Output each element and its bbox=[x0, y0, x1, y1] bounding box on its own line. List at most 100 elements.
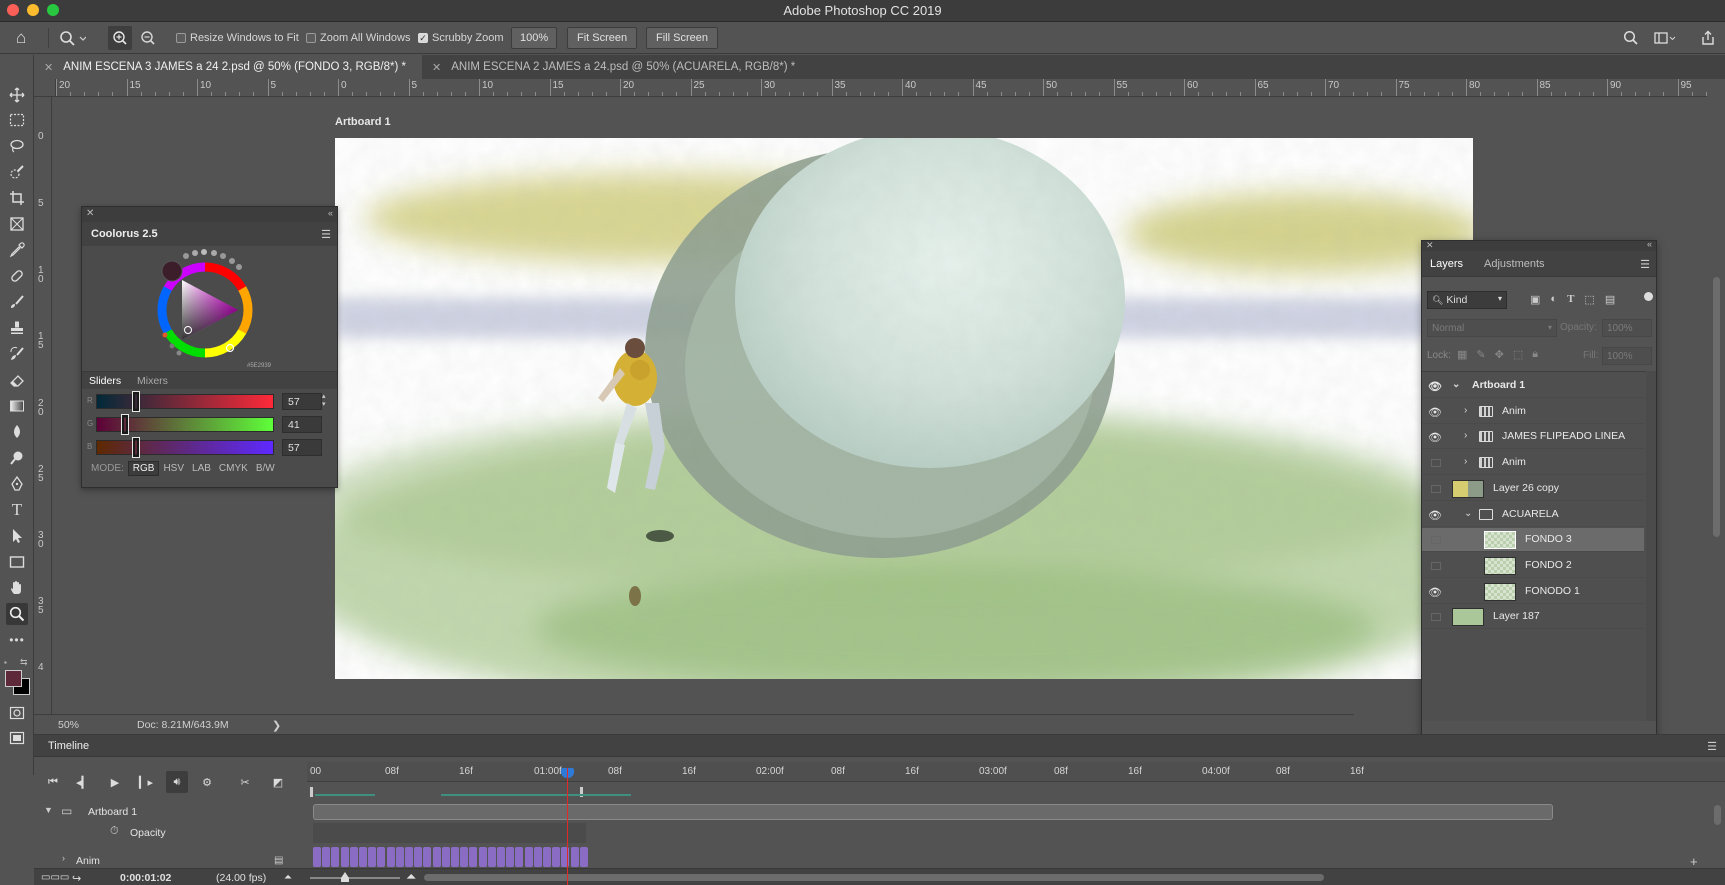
timeline-zoom-slider[interactable] bbox=[310, 877, 400, 879]
anim-frame-clip[interactable] bbox=[533, 847, 542, 867]
vertical-scrollbar[interactable] bbox=[1707, 97, 1725, 717]
g-slider-knob[interactable] bbox=[121, 414, 129, 435]
mode-lab[interactable]: LAB bbox=[188, 462, 215, 475]
history-brush-tool-icon[interactable] bbox=[6, 343, 28, 365]
checkbox-box[interactable] bbox=[306, 33, 316, 43]
panel-menu-icon[interactable]: ☰ bbox=[321, 228, 331, 241]
layer-row[interactable]: Layer 26 copy bbox=[1422, 477, 1644, 501]
blur-tool-icon[interactable] bbox=[6, 421, 28, 443]
tab-adjustments[interactable]: Adjustments bbox=[1484, 258, 1545, 270]
zoom-value[interactable]: 100% bbox=[511, 27, 558, 49]
pen-tool-icon[interactable] bbox=[6, 473, 28, 495]
panel-title[interactable]: Coolorus 2.5 bbox=[91, 228, 158, 240]
visibility-toggle-empty[interactable] bbox=[1431, 613, 1441, 622]
visibility-eye-icon[interactable]: 👁︎ bbox=[1428, 380, 1444, 393]
add-track-icon[interactable]: + bbox=[1690, 854, 1698, 869]
play-icon[interactable]: ▶ bbox=[104, 771, 126, 793]
chevron-right-icon[interactable]: › bbox=[1464, 430, 1467, 441]
fill-screen-button[interactable]: Fill Screen bbox=[646, 27, 718, 49]
gradient-tool-icon[interactable] bbox=[6, 395, 28, 417]
playhead-line[interactable] bbox=[567, 768, 568, 885]
hand-tool-icon[interactable] bbox=[6, 577, 28, 599]
marquee-tool-icon[interactable] bbox=[6, 109, 28, 131]
swap-colors-icon[interactable]: ⇆ bbox=[20, 657, 28, 668]
layer-row[interactable]: 👁︎ ⌄ Artboard 1 bbox=[1422, 374, 1644, 398]
timeline-scrollbar-thumb[interactable] bbox=[424, 874, 1324, 881]
type-tool-icon[interactable]: T bbox=[6, 499, 28, 521]
opacity-field[interactable]: 100% bbox=[1602, 319, 1652, 337]
anim-frame-clip[interactable] bbox=[451, 847, 459, 867]
type-filter-icon[interactable]: T bbox=[1567, 293, 1574, 306]
zoom-value-field[interactable]: 100% bbox=[511, 22, 558, 54]
rectangle-tool-icon[interactable] bbox=[6, 551, 28, 573]
anim-frame-clip[interactable] bbox=[377, 847, 386, 867]
layer-row[interactable]: FONDO 2 bbox=[1422, 554, 1644, 578]
previous-frame-icon[interactable]: ◂▎ bbox=[72, 771, 94, 793]
anim-frame-clip[interactable] bbox=[506, 847, 515, 867]
anim-frame-clip[interactable] bbox=[543, 847, 551, 867]
lock-position-icon[interactable]: ✥ bbox=[1495, 348, 1504, 361]
work-area-end-handle[interactable] bbox=[579, 786, 584, 798]
anim-frame-clip[interactable] bbox=[414, 847, 423, 867]
screen-mode-icon[interactable] bbox=[6, 727, 28, 749]
close-tab-icon[interactable]: ✕ bbox=[44, 61, 53, 74]
visibility-toggle-empty[interactable] bbox=[1431, 561, 1441, 570]
audio-toggle-icon[interactable]: 🔊︎ bbox=[166, 771, 188, 793]
anim-frame-clip[interactable] bbox=[340, 847, 349, 867]
layer-row[interactable]: Layer 187 bbox=[1422, 605, 1644, 630]
layer-list-scrollbar[interactable] bbox=[1646, 371, 1656, 721]
visibility-eye-icon[interactable]: 👁︎ bbox=[1428, 431, 1444, 444]
tab-document-2[interactable]: ✕ ANIM ESCENA 2 JAMES a 24.psd @ 50% (AC… bbox=[422, 55, 842, 79]
collapse-panel-icon[interactable]: « bbox=[1647, 239, 1652, 249]
scrubby-zoom-checkbox[interactable]: ✓ Scrubby Zoom bbox=[418, 22, 504, 54]
anim-frame-clip[interactable] bbox=[395, 847, 404, 867]
artboard-clip[interactable] bbox=[313, 804, 1553, 820]
visibility-toggle-empty[interactable] bbox=[1431, 459, 1441, 468]
quick-selection-tool-icon[interactable] bbox=[6, 161, 28, 183]
b-slider-track[interactable] bbox=[96, 440, 274, 455]
search-icon[interactable] bbox=[1623, 22, 1639, 54]
b-slider-knob[interactable] bbox=[132, 437, 140, 458]
filter-kind-select[interactable]: 🔍︎ Kind ▾ bbox=[1427, 291, 1507, 309]
timeline-menu-icon[interactable]: ☰ bbox=[1707, 740, 1717, 753]
r-slider-knob[interactable] bbox=[132, 391, 140, 412]
fill-screen-button-wrap[interactable]: Fill Screen bbox=[646, 22, 718, 54]
anim-frame-clip[interactable] bbox=[579, 847, 588, 867]
mode-rgb[interactable]: RGB bbox=[127, 461, 160, 476]
mode-hsv[interactable]: HSV bbox=[159, 462, 188, 475]
timeline-time-ruler[interactable]: 00 08f 16f 01:00f 08f 16f 02:00f 08f 16f 03:00f 08… bbox=[307, 762, 1725, 782]
lock-artboard-icon[interactable]: ⬚ bbox=[1513, 348, 1523, 361]
lock-pixels-icon[interactable]: ✎ bbox=[1476, 348, 1485, 361]
mode-cmyk[interactable]: CMYK bbox=[215, 462, 252, 475]
fill-field[interactable]: 100% bbox=[1602, 347, 1652, 365]
default-colors-icon[interactable]: ▪ bbox=[4, 658, 7, 667]
timeline-vscroll-thumb[interactable] bbox=[1714, 805, 1721, 825]
fit-screen-button[interactable]: Fit Screen bbox=[567, 27, 638, 49]
foreground-color-swatch[interactable] bbox=[5, 670, 22, 687]
color-wheel[interactable]: #5E2939 bbox=[82, 246, 337, 371]
quick-mask-icon[interactable] bbox=[6, 702, 28, 724]
zoom-tool-icon[interactable] bbox=[6, 603, 28, 625]
healing-brush-tool-icon[interactable] bbox=[6, 265, 28, 287]
close-tab-icon[interactable]: ✕ bbox=[432, 61, 441, 74]
mode-bw[interactable]: B/W bbox=[252, 462, 279, 475]
lock-transparency-icon[interactable]: ▦ bbox=[1457, 348, 1467, 361]
render-video-icon[interactable]: ↪ bbox=[72, 872, 81, 885]
anim-frame-clips[interactable] bbox=[313, 847, 593, 867]
layer-row[interactable]: FONDO 3 bbox=[1422, 528, 1644, 553]
anim-frame-clip[interactable] bbox=[497, 847, 505, 867]
b-value-field[interactable]: 57 bbox=[282, 439, 322, 456]
checkbox-box[interactable] bbox=[176, 33, 186, 43]
visibility-eye-icon[interactable]: 👁︎ bbox=[1428, 406, 1444, 419]
panel-menu-icon[interactable]: ☰ bbox=[1640, 258, 1650, 271]
opacity-keyframe-lane[interactable] bbox=[313, 823, 586, 843]
anim-frame-clip[interactable] bbox=[478, 847, 487, 867]
workspace-icon[interactable] bbox=[1654, 22, 1676, 54]
tab-mixers[interactable]: Mixers bbox=[137, 375, 168, 387]
track-opacity[interactable]: ⏱︎ Opacity bbox=[34, 823, 1725, 843]
crop-tool-icon[interactable] bbox=[6, 187, 28, 209]
visibility-eye-icon[interactable]: 👁︎ bbox=[1428, 509, 1444, 522]
resize-windows-checkbox[interactable]: Resize Windows to Fit bbox=[176, 22, 299, 54]
layer-row[interactable]: 👁︎ › Anim bbox=[1422, 400, 1644, 424]
chevron-right-icon[interactable]: › bbox=[1464, 405, 1467, 416]
